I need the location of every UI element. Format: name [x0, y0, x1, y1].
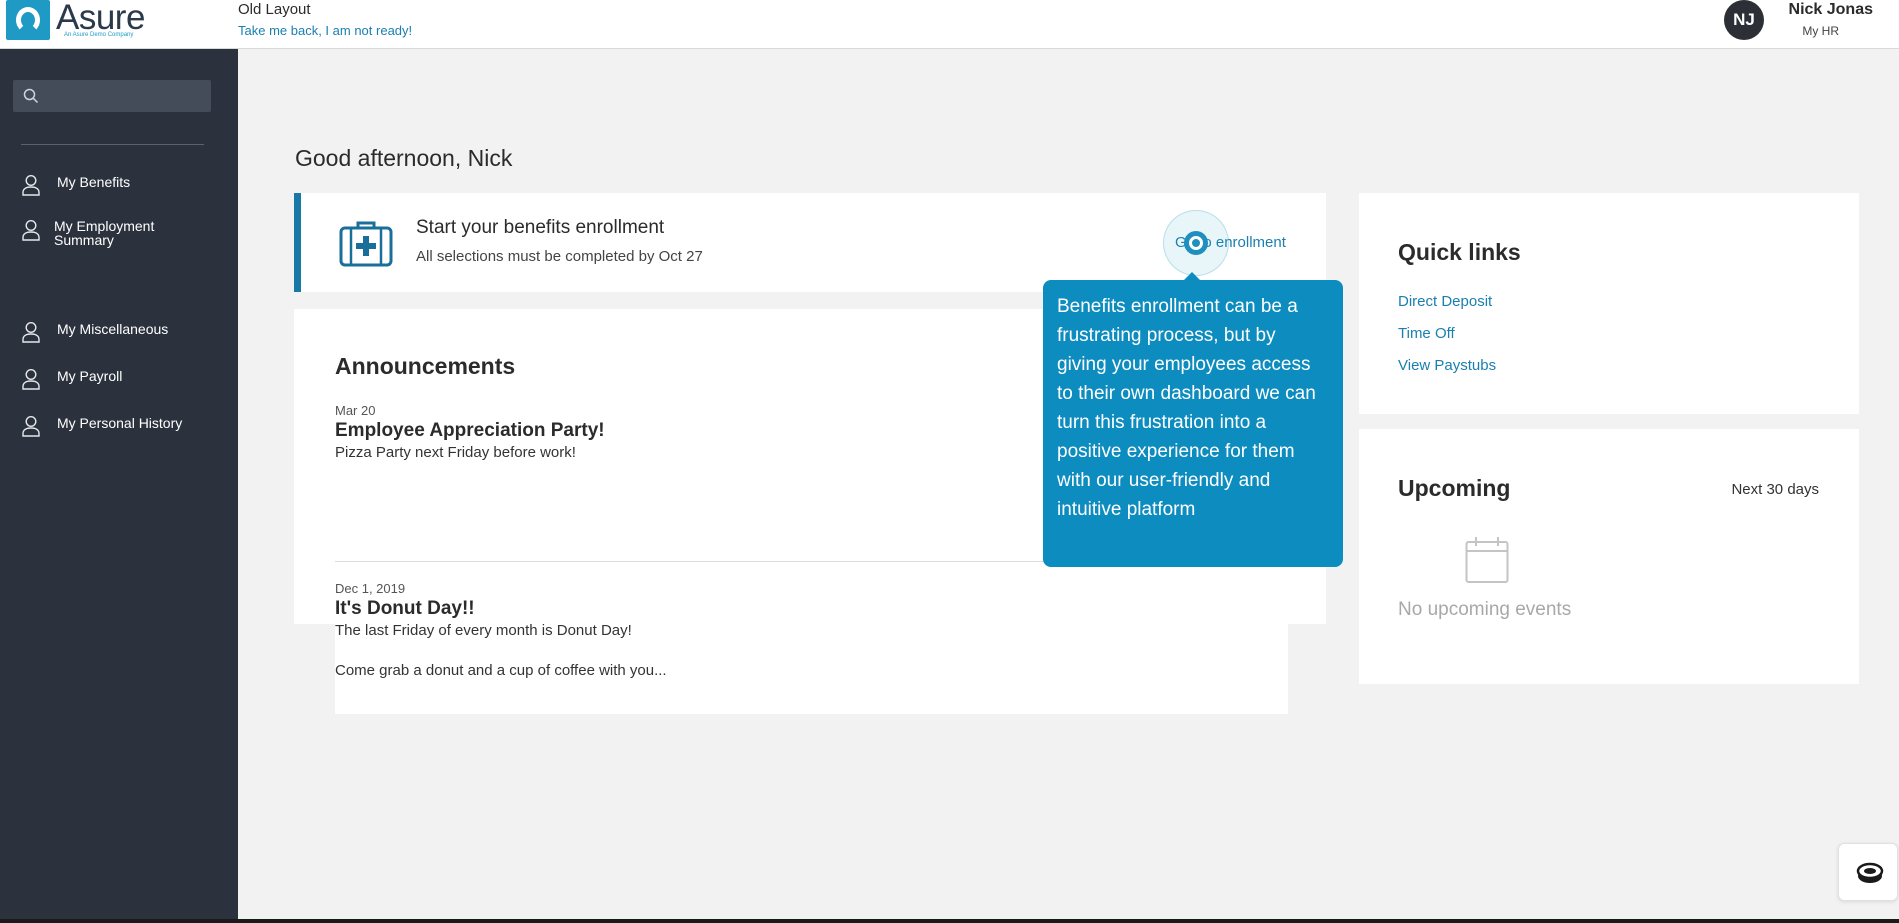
announcement-date: Mar 20 — [335, 403, 376, 418]
benefits-enrollment-card: Start your benefits enrollment All selec… — [294, 193, 1326, 292]
quick-links-title: Quick links — [1398, 239, 1521, 265]
sidebar-item-label: My Payroll — [57, 368, 123, 384]
logo-mark-icon — [6, 0, 50, 40]
take-me-back-link[interactable]: Take me back, I am not ready! — [238, 23, 412, 38]
announcement-overflow: The last Friday of every month is Donut … — [335, 622, 1288, 714]
bottom-border — [0, 919, 1899, 923]
enrollment-title: Start your benefits enrollment — [416, 217, 665, 238]
person-icon — [22, 321, 40, 343]
onboarding-tooltip[interactable]: Benefits enrollment can be a frustrating… — [1043, 280, 1343, 567]
announcement-body-continued: Come grab a donut and a cup of coffee wi… — [335, 662, 667, 679]
user-role: My HR — [1802, 24, 1839, 38]
sidebar-item-label: My Personal History — [57, 415, 183, 431]
person-icon — [22, 415, 40, 437]
announcement-date: Dec 1, 2019 — [335, 581, 406, 596]
enrollment-subtitle: All selections must be completed by Oct … — [416, 248, 703, 265]
page-greeting: Good afternoon, Nick — [295, 145, 513, 171]
announcements-title: Announcements — [335, 353, 516, 379]
sidebar-divider — [21, 144, 204, 145]
old-layout-label: Old Layout — [238, 1, 311, 18]
sidebar-item-my-employment-summary[interactable]: My Employment Summary — [0, 216, 238, 260]
quick-link-view-paystubs[interactable]: View Paystubs — [1398, 357, 1496, 374]
medical-kit-icon — [339, 221, 393, 267]
chat-widget-icon — [1856, 862, 1884, 883]
help-widget-button[interactable] — [1838, 843, 1898, 901]
sidebar: My Benefits My Employment Summary My Mis… — [0, 49, 238, 923]
quick-links-card: Quick links Direct Deposit Time Off View… — [1359, 193, 1859, 414]
upcoming-card: Upcoming Next 30 days No upcoming events — [1359, 429, 1859, 684]
asure-logo[interactable]: Asure An Asure Demo Company — [6, 0, 148, 42]
sidebar-item-label: My Miscellaneous — [57, 321, 169, 337]
logo-subtitle: An Asure Demo Company — [64, 32, 134, 38]
person-icon — [22, 219, 40, 241]
announcement-body: The last Friday of every month is Donut … — [335, 622, 632, 639]
announcement-title: It's Donut Day!! — [335, 598, 475, 619]
person-icon — [22, 174, 40, 196]
quick-link-direct-deposit[interactable]: Direct Deposit — [1398, 293, 1492, 310]
sidebar-item-label: My Benefits — [57, 174, 131, 190]
top-bar: Asure An Asure Demo Company Old Layout T… — [0, 0, 1899, 49]
user-name[interactable]: Nick Jonas — [1789, 1, 1873, 19]
announcement-title: Employee Appreciation Party! — [335, 420, 605, 441]
sidebar-item-my-miscellaneous[interactable]: My Miscellaneous — [0, 313, 238, 349]
upcoming-title: Upcoming — [1398, 475, 1511, 501]
search-input[interactable] — [13, 80, 211, 112]
user-avatar[interactable]: NJ — [1724, 0, 1764, 40]
no-events-text: No upcoming events — [1398, 599, 1572, 620]
upcoming-range: Next 30 days — [1731, 481, 1819, 498]
sidebar-item-label: My Employment Summary — [54, 218, 155, 248]
person-icon — [22, 368, 40, 390]
sidebar-item-my-personal-history[interactable]: My Personal History — [0, 407, 238, 443]
sidebar-item-my-payroll[interactable]: My Payroll — [0, 360, 238, 396]
calendar-icon — [1465, 537, 1509, 583]
quick-link-time-off[interactable]: Time Off — [1398, 325, 1455, 342]
search-icon — [23, 88, 39, 104]
announcement-body: Pizza Party next Friday before work! — [335, 444, 576, 461]
sidebar-item-my-benefits[interactable]: My Benefits — [0, 166, 238, 202]
hotspot-dot-icon — [1189, 236, 1203, 250]
